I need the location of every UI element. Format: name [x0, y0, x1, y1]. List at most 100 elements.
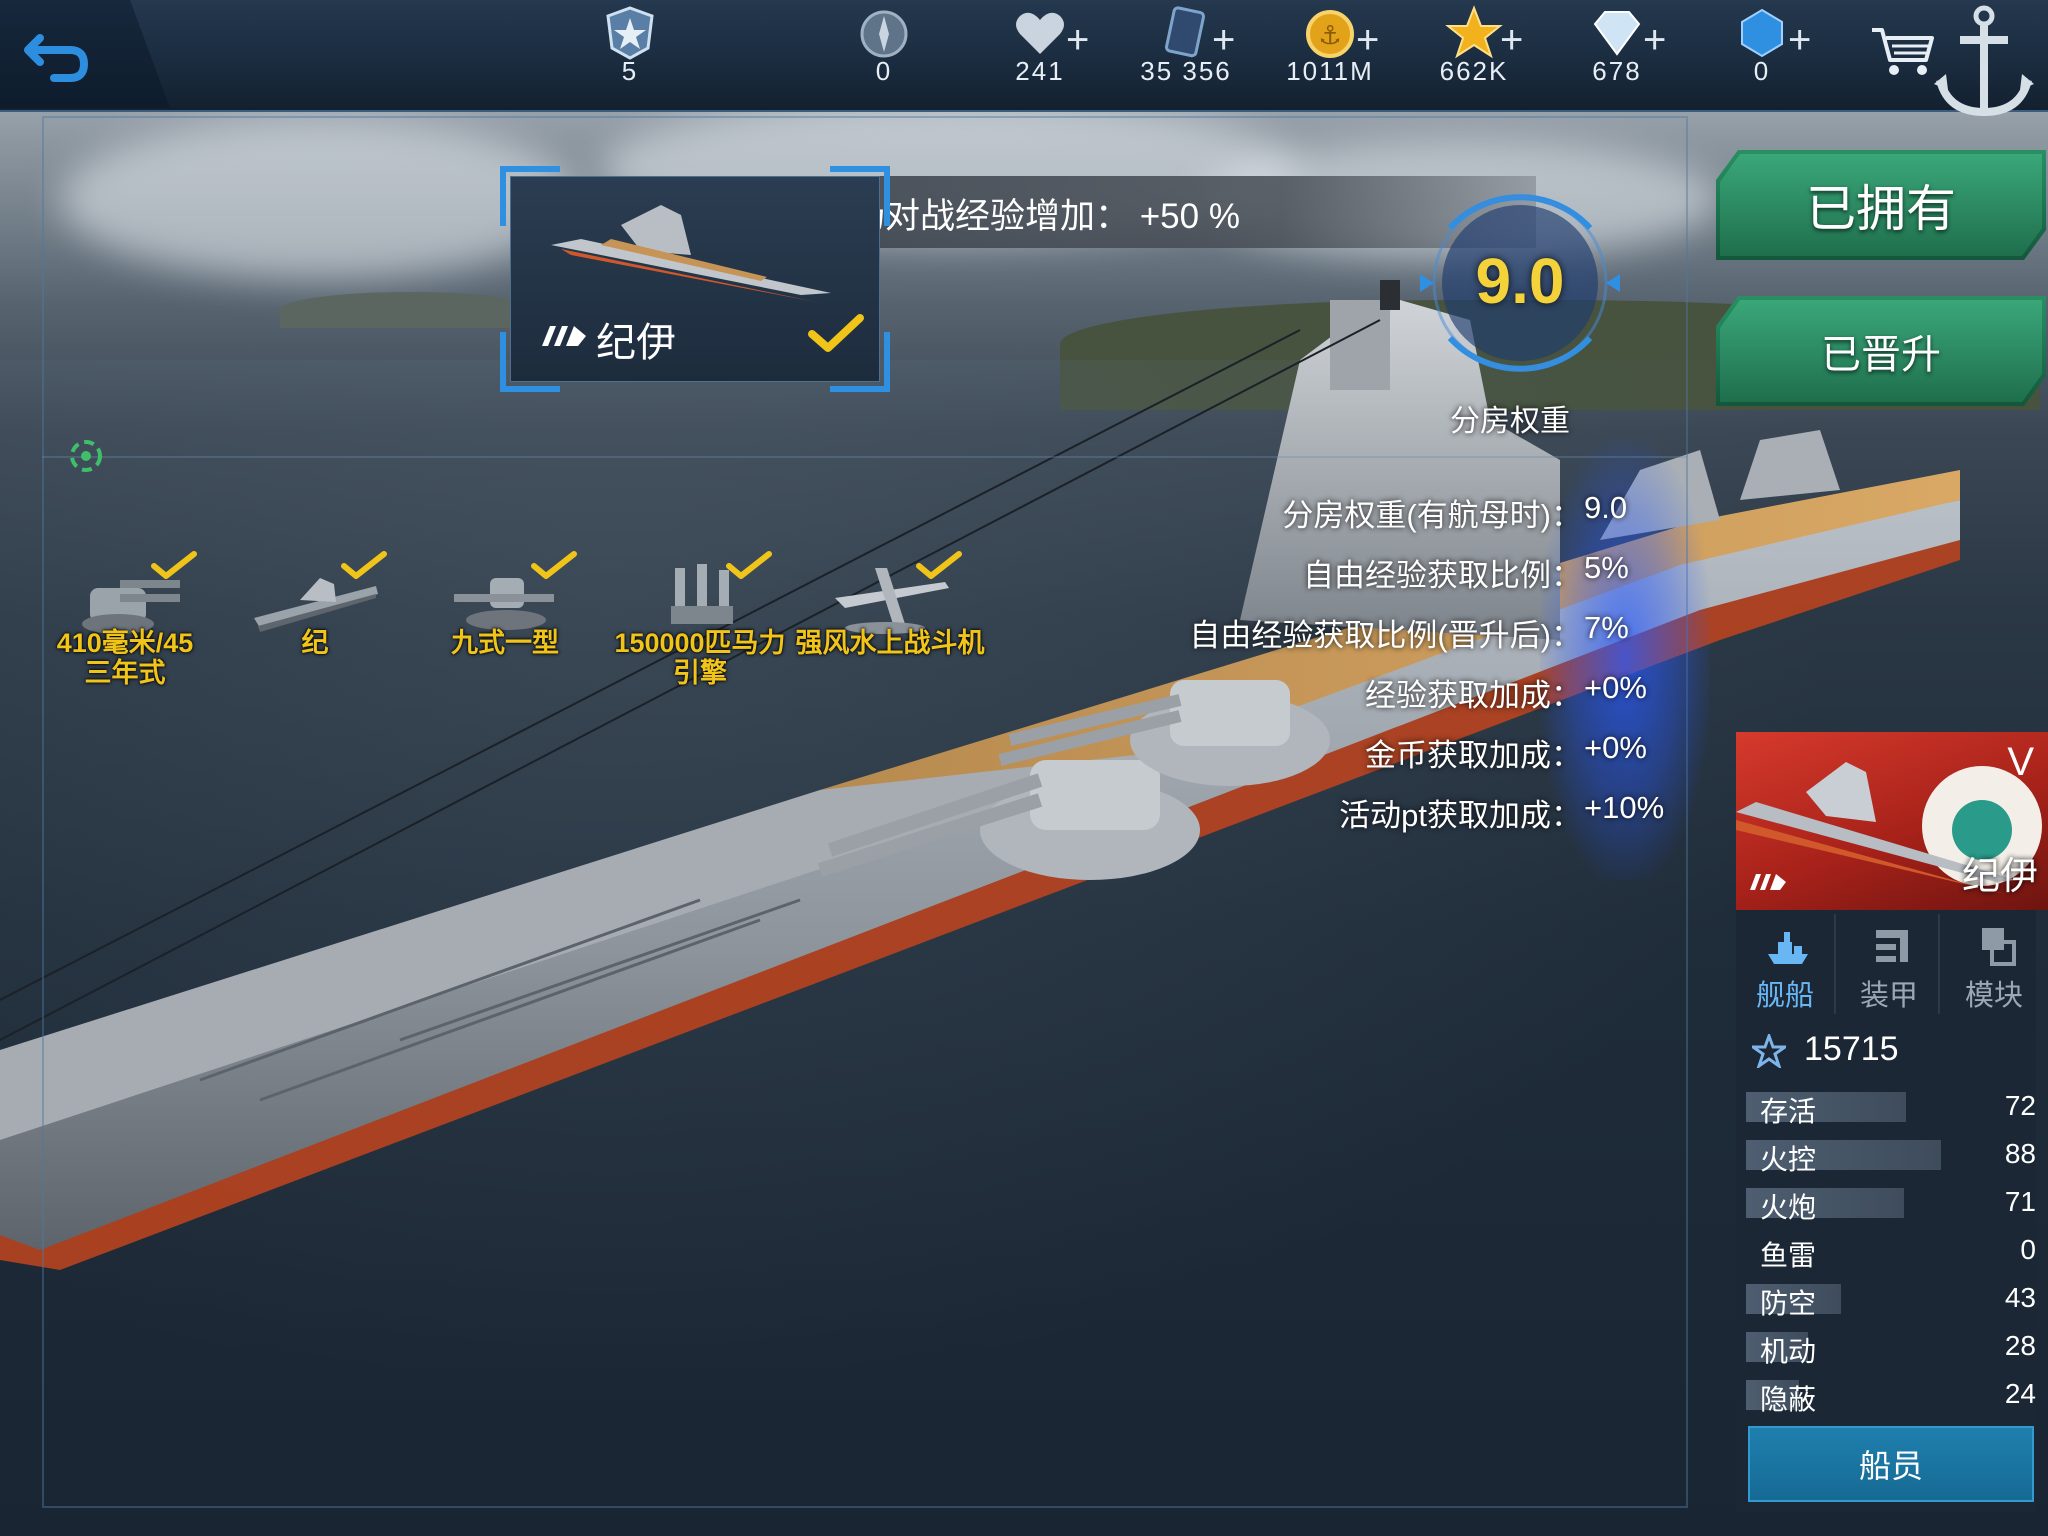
stat-label: 经验获取加成：	[1365, 678, 1582, 713]
stat-label: 自由经验获取比例：	[1303, 558, 1582, 593]
attribute-value: 72	[2004, 1090, 2036, 1121]
promoted-label: 已晋升	[1821, 333, 1941, 377]
tab-armor[interactable]: 装甲	[1840, 914, 1940, 1014]
selected-ship-card[interactable]: 纪伊	[500, 166, 890, 392]
armor-tab-icon	[1876, 930, 1908, 962]
attribute-value: 24	[2004, 1378, 2036, 1409]
matchmaking-weight-label: 分房权重	[1450, 405, 1570, 438]
ship-class-icon	[1750, 874, 1786, 890]
owned-label: 已拥有	[1806, 181, 1956, 237]
gold-coin-icon: ⚓	[1306, 10, 1354, 58]
stat-value: +0%	[1584, 730, 1647, 765]
stat-value: 5%	[1584, 550, 1629, 585]
resource-compass-medal: 0	[814, 0, 954, 100]
ship-tier: V	[2007, 740, 2034, 784]
stat-label: 自由经验获取比例(晋升后)：	[1189, 618, 1582, 653]
equipment-slot[interactable]: 纪	[230, 550, 400, 680]
attribute-name: 机动	[1760, 1336, 1817, 1367]
checkmark-icon	[531, 551, 577, 579]
resource-value: 0	[875, 56, 893, 86]
tab-armor-label: 装甲	[1859, 980, 1918, 1012]
anchor-menu-icon[interactable]	[1920, 0, 2048, 128]
ship-power-score: 15715	[1804, 1030, 1899, 1068]
card-corner	[830, 166, 890, 226]
resource-card[interactable]: 35 356 +	[1116, 0, 1256, 100]
stat-value: 7%	[1584, 610, 1629, 645]
attribute-name: 隐蔽	[1760, 1384, 1817, 1415]
equipment-slot[interactable]: 九式一型	[420, 550, 590, 680]
tab-ship[interactable]: 舰船	[1736, 914, 1836, 1014]
blue-gem-icon	[1741, 8, 1783, 58]
add-resource-button[interactable]: +	[1500, 18, 1523, 63]
ship-class-icon	[542, 326, 586, 346]
checkmark-icon	[916, 551, 962, 579]
attribute-value: 43	[2004, 1282, 2036, 1313]
rank-badge-icon	[606, 6, 654, 60]
attribute-row: 火炮 71	[1746, 1186, 2036, 1223]
attribute-row: 防空 43	[1746, 1282, 2036, 1319]
add-resource-button[interactable]: +	[1356, 18, 1379, 63]
stat-value: 9.0	[1584, 490, 1628, 525]
checkmark-icon	[808, 314, 864, 352]
add-resource-button[interactable]: +	[1788, 18, 1811, 63]
resource-blue-gem[interactable]: 0 +	[1692, 0, 1832, 100]
attribute-row: 机动 28	[1746, 1330, 2036, 1367]
stat-label: 分房权重(有航母时)：	[1282, 498, 1582, 533]
equipment-slot[interactable]: 强风水上战斗机	[796, 550, 985, 680]
back-arrow-icon[interactable]	[18, 20, 98, 90]
diamond-icon	[1593, 11, 1641, 56]
crew-button[interactable]: 船员	[1748, 1426, 2034, 1502]
promoted-button[interactable]: 已晋升	[1716, 296, 2046, 406]
checkmark-icon	[151, 551, 197, 579]
checkmark-icon	[341, 551, 387, 579]
attribute-value: 71	[2004, 1186, 2036, 1217]
attribute-name: 火控	[1760, 1144, 1817, 1175]
card-icon	[1165, 6, 1206, 58]
add-resource-button[interactable]: +	[1066, 18, 1089, 63]
attribute-value: 88	[2004, 1138, 2036, 1169]
attribute-row: 鱼雷 0	[1746, 1234, 2036, 1271]
tab-module-label: 模块	[1964, 980, 2023, 1012]
heart-icon	[1016, 12, 1064, 54]
stat-label: 活动pt获取加成：	[1339, 798, 1582, 833]
stat-value: +0%	[1584, 670, 1647, 705]
attribute-value: 28	[2004, 1330, 2036, 1361]
info-tabs: 舰船 装甲 模块	[1736, 914, 2048, 1014]
horizon-guide-line	[42, 456, 1688, 458]
equipment-slot[interactable]: 150000匹马力 引擎	[614, 550, 786, 688]
add-resource-button[interactable]: +	[1643, 18, 1666, 63]
add-resource-button[interactable]: +	[1212, 18, 1235, 63]
attribute-name: 火炮	[1760, 1192, 1817, 1223]
compass-medal-icon	[860, 10, 908, 58]
resource-value: 5	[621, 56, 639, 86]
star-icon	[1752, 1034, 1786, 1068]
equipment-name: 强风水上战斗机	[795, 628, 985, 658]
ship-portrait-name: 纪伊	[1961, 856, 2038, 898]
stat-value: +10%	[1584, 790, 1665, 825]
stat-label: 金币获取加成：	[1365, 738, 1582, 773]
tab-ship-label: 舰船	[1755, 980, 1814, 1012]
top-resource-bar: 5 0 241 +35 356 + ⚓ 1011M +662K +678 +0 +	[0, 0, 2048, 117]
checkmark-icon	[726, 551, 772, 579]
attribute-name: 存活	[1760, 1096, 1817, 1127]
ship-portrait: V 纪伊	[1736, 732, 2048, 910]
ship-tab-icon	[1768, 932, 1808, 964]
star-icon	[1445, 5, 1503, 59]
resource-diamond[interactable]: 678 +	[1547, 0, 1687, 100]
attribute-value: 0	[2020, 1234, 2036, 1265]
attribute-name: 鱼雷	[1760, 1240, 1817, 1271]
matchmaking-weight-value: 9.0	[1475, 245, 1565, 317]
resource-rank-badge: 5	[560, 0, 700, 100]
resource-gold-coin[interactable]: ⚓ 1011M +	[1260, 0, 1400, 100]
owned-button[interactable]: 已拥有	[1716, 150, 2046, 260]
svg-text:⚓: ⚓	[1318, 21, 1341, 51]
tab-module[interactable]: 模块	[1944, 914, 2044, 1014]
ship-card-name: 纪伊	[596, 321, 676, 365]
resource-star[interactable]: 662K +	[1404, 0, 1544, 100]
equipment-slot[interactable]: 410毫米/45 三年式	[40, 550, 210, 688]
resource-heart[interactable]: 241 +	[970, 0, 1110, 100]
camera-target-icon[interactable]	[60, 430, 112, 482]
attribute-row: 火控 88	[1746, 1138, 2036, 1175]
attribute-row: 存活 72	[1746, 1090, 2036, 1127]
card-corner	[500, 166, 560, 226]
